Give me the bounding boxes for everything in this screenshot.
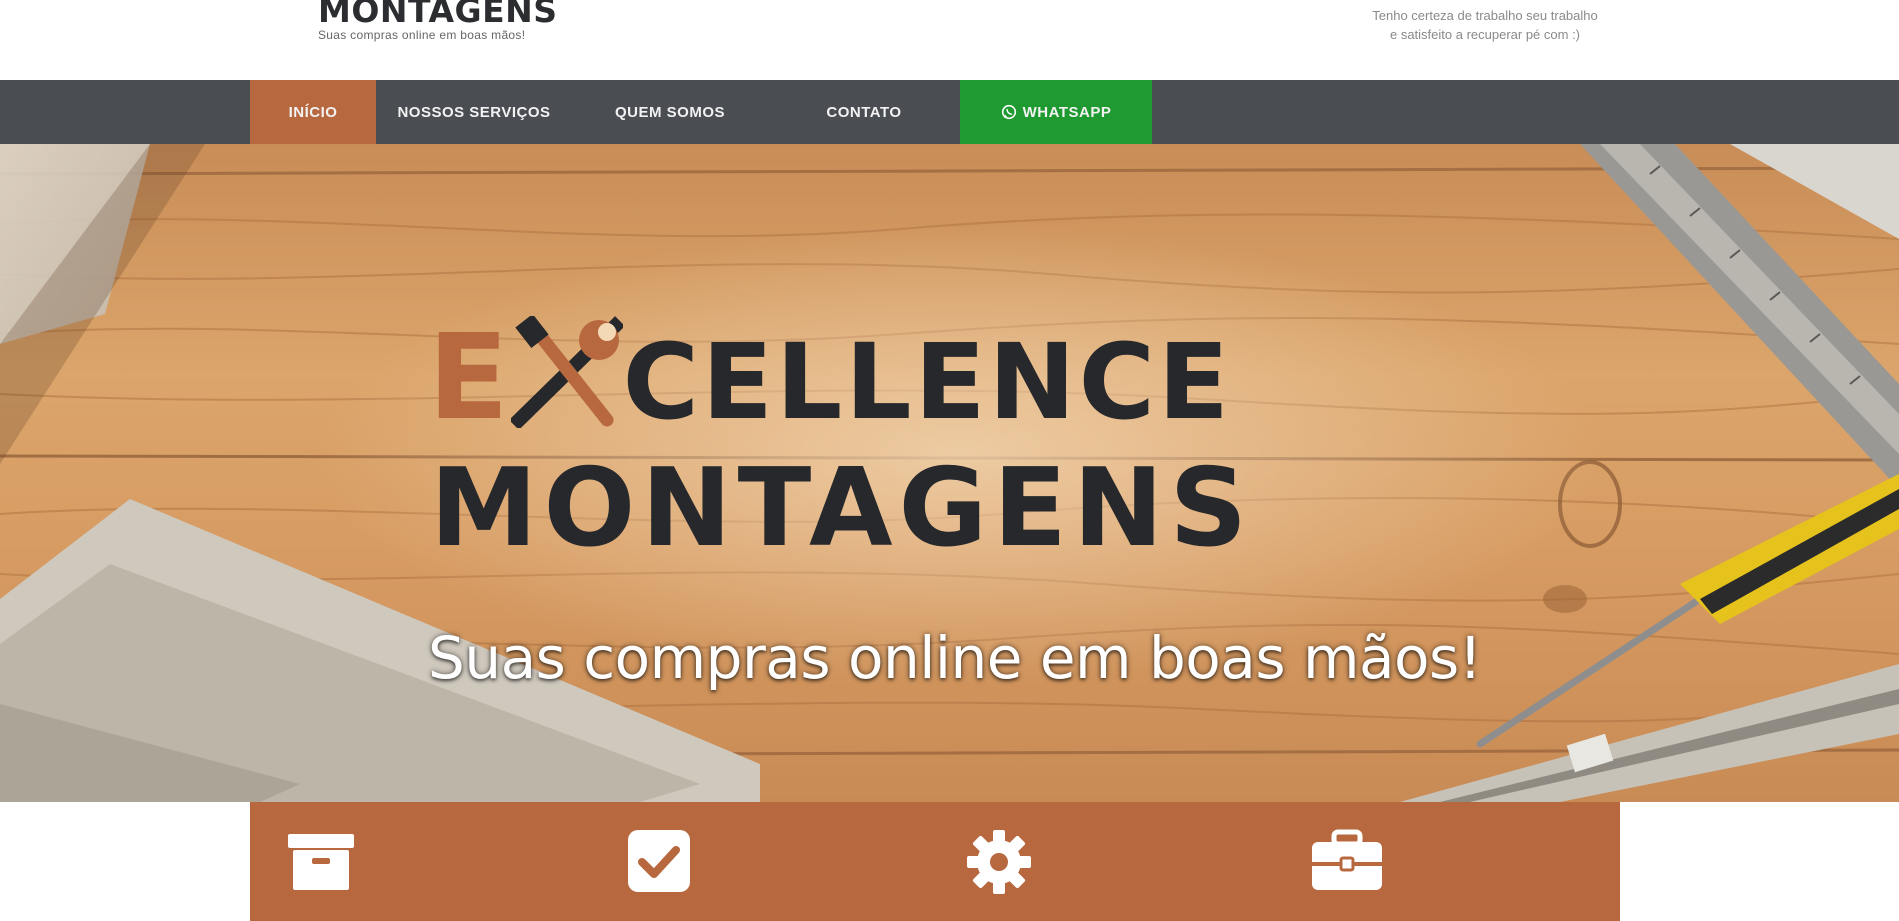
main-nav: INÍCIO NOSSOS SERVIÇOS QUEM SOMOS CONTAT… <box>250 80 1152 144</box>
checkbox-icon <box>622 828 696 896</box>
nav-item-quem-somos[interactable]: QUEM SOMOS <box>572 80 768 144</box>
nav-item-inicio[interactable]: INÍCIO <box>250 80 376 144</box>
hero-tagline: Suas compras online em boas mãos! <box>428 624 1482 692</box>
gear-icon <box>962 828 1036 896</box>
nav-item-contato[interactable]: CONTATO <box>768 80 960 144</box>
nav-item-whatsapp[interactable]: WHATSAPP <box>960 80 1152 144</box>
wrench-screwdriver-icon <box>508 313 625 430</box>
hero-banner: E CELLENCE MONTAGENS Suas compras online… <box>0 144 1899 802</box>
site-logo[interactable]: MONTAGENS Suas compras online em boas mã… <box>318 0 558 42</box>
hero-title-letter-e: E <box>428 308 511 446</box>
header-note-line2: e satisfeito a recuperar pé com :) <box>1389 27 1581 42</box>
logo-title: MONTAGENS <box>318 0 558 30</box>
nav-item-label: CONTATO <box>826 103 902 121</box>
hero-title-line2: MONTAGENS <box>430 446 1254 571</box>
nav-item-label: WHATSAPP <box>1022 103 1112 121</box>
whatsapp-icon <box>1001 104 1017 120</box>
header-note: Tenho certeza de trabalho seu trabalho e… <box>1320 6 1650 44</box>
toolbox-icon <box>1310 828 1384 896</box>
nav-item-nossos-servicos[interactable]: NOSSOS SERVIÇOS <box>376 80 572 144</box>
main-navbar: INÍCIO NOSSOS SERVIÇOS QUEM SOMOS CONTAT… <box>0 80 1899 144</box>
header-note-line1: Tenho certeza de trabalho seu trabalho <box>1372 8 1598 23</box>
nav-item-label: INÍCIO <box>288 103 338 121</box>
logo-tagline: Suas compras online em boas mãos! <box>318 28 526 42</box>
nav-item-label: NOSSOS SERVIÇOS <box>397 103 551 121</box>
archive-box-icon <box>284 828 358 896</box>
hero-title-line1: E CELLENCE <box>428 312 1478 444</box>
hero-title-rest: CELLENCE <box>622 321 1232 443</box>
nav-item-label: QUEM SOMOS <box>614 103 725 121</box>
site-header: MONTAGENS Suas compras online em boas mã… <box>0 0 1899 80</box>
hero-title: E CELLENCE MONTAGENS <box>428 312 1478 576</box>
features-band <box>250 802 1620 921</box>
